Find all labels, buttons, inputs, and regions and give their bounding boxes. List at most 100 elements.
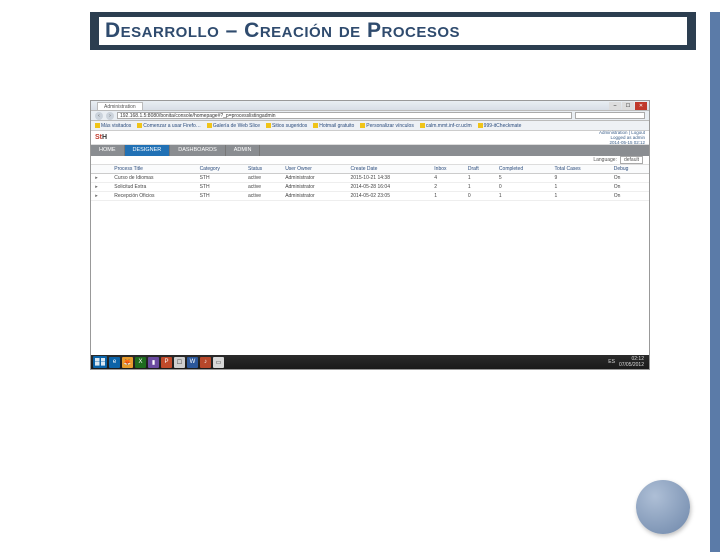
cell-owner: Administrator [282, 192, 347, 201]
cell-title: Solicitud Extra [111, 183, 196, 192]
col-draft[interactable]: Draft [465, 165, 496, 174]
table-row[interactable]: ▸ Recepción Oficios STH active Administr… [91, 192, 649, 201]
expand-icon[interactable]: ▸ [94, 175, 99, 181]
logo-sub: H [102, 134, 107, 141]
bookmark-item[interactable]: Más visitados [95, 123, 131, 129]
cell-date: 2014-05-02 23:05 [348, 192, 432, 201]
app-content: Language: default Process Title Category… [91, 156, 649, 355]
expand-icon[interactable]: ▸ [94, 193, 99, 199]
folder-icon [360, 123, 365, 128]
process-table: Process Title Category Status User Owner… [91, 165, 649, 201]
taskbar-app-icon[interactable]: ☐ [174, 357, 185, 368]
col-total[interactable]: Total Cases [552, 165, 611, 174]
bookmark-item[interactable]: Personalizar vínculos [360, 123, 414, 129]
bookmark-label: calm.mmt.inf-cr.uclm [426, 123, 472, 129]
cell-status: active [245, 192, 282, 201]
bookmarks-bar: Más visitados Comenzar a usar Firefo… Ga… [91, 121, 649, 131]
cell-total: 9 [552, 174, 611, 183]
taskbar-app-icon[interactable]: W [187, 357, 198, 368]
window-close-button[interactable]: ✕ [635, 102, 647, 110]
table-row[interactable]: ▸ Solicitud Extra STH active Administrat… [91, 183, 649, 192]
language-select[interactable]: default [620, 156, 643, 164]
start-button[interactable] [93, 356, 107, 368]
tray-lang[interactable]: ES [608, 359, 615, 365]
slide-title-bar: Desarrollo – Creación de Procesos [90, 12, 696, 50]
nav-designer[interactable]: DESIGNER [125, 145, 171, 156]
cell-category: STH [197, 183, 245, 192]
cell-debug: On [611, 174, 649, 183]
expand-icon[interactable]: ▸ [94, 184, 99, 190]
table-row[interactable]: ▸ Curso de Idiomas STH active Administra… [91, 174, 649, 183]
slide-title: Desarrollo – Creación de Procesos [99, 17, 687, 45]
col-title[interactable]: Process Title [111, 165, 196, 174]
folder-icon [207, 123, 212, 128]
tray-date: 07/05/2012 [619, 362, 644, 368]
col-completed[interactable]: Completed [496, 165, 552, 174]
cell-category: STH [197, 174, 245, 183]
bookmark-item[interactable]: Hotmail gratuito [313, 123, 354, 129]
address-bar[interactable]: 192.168.1.5:8080/bonita/console/homepage… [117, 112, 572, 119]
nav-home[interactable]: HOME [91, 145, 125, 156]
table-header-row: Process Title Category Status User Owner… [91, 165, 649, 174]
decorative-sphere-icon [636, 480, 690, 534]
cell-status: active [245, 183, 282, 192]
cell-category: STH [197, 192, 245, 201]
taskbar-app-icon[interactable]: ♪ [200, 357, 211, 368]
slide-accent-right [710, 12, 720, 552]
nav-back-button[interactable]: ‹ [95, 112, 103, 120]
cell-title: Recepción Oficios [111, 192, 196, 201]
app-logo: StH [95, 134, 107, 141]
cell-draft: 1 [465, 174, 496, 183]
folder-icon [137, 123, 142, 128]
cell-owner: Administrator [282, 174, 347, 183]
bookmark-label: Hotmail gratuito [319, 123, 354, 129]
col-debug[interactable]: Debug [611, 165, 649, 174]
cell-total: 1 [552, 183, 611, 192]
cell-title: Curso de Idiomas [111, 174, 196, 183]
window-controls: – ☐ ✕ [609, 102, 647, 110]
bookmark-item[interactable]: Sitios sugeridos [266, 123, 307, 129]
bookmark-label: Sitios sugeridos [272, 123, 307, 129]
bookmark-item[interactable]: Galería de Web Slice [207, 123, 260, 129]
cell-debug: On [611, 192, 649, 201]
col-date[interactable]: Create Date [348, 165, 432, 174]
taskbar-app-icon[interactable]: ▮ [148, 357, 159, 368]
col-status[interactable]: Status [245, 165, 282, 174]
bookmark-label: Galería de Web Slice [213, 123, 260, 129]
browser-tabstrip: Administration – ☐ ✕ [91, 101, 649, 111]
cell-owner: Administrator [282, 183, 347, 192]
bookmark-label: Comenzar a usar Firefo… [143, 123, 201, 129]
taskbar-app-icon[interactable]: 🦊 [122, 357, 133, 368]
col-category[interactable]: Category [197, 165, 245, 174]
folder-icon [478, 123, 483, 128]
cell-completed: 5 [496, 174, 552, 183]
embedded-screenshot: Administration – ☐ ✕ ‹ › 192.168.1.5:808… [90, 100, 650, 370]
browser-address-row: ‹ › 192.168.1.5:8080/bonita/console/home… [91, 111, 649, 121]
cell-draft: 1 [465, 183, 496, 192]
bookmark-item[interactable]: 999-itCheckmate [478, 123, 522, 129]
taskbar-app-icon[interactable]: X [135, 357, 146, 368]
cell-inbox: 4 [431, 174, 465, 183]
cell-debug: On [611, 183, 649, 192]
taskbar-app-icon[interactable]: ▭ [213, 357, 224, 368]
nav-forward-button[interactable]: › [106, 112, 114, 120]
browser-search-input[interactable] [575, 112, 645, 119]
nav-dashboards[interactable]: DASHBOARDS [170, 145, 226, 156]
window-minimize-button[interactable]: – [609, 102, 621, 110]
taskbar-app-icon[interactable]: P [161, 357, 172, 368]
window-maximize-button[interactable]: ☐ [622, 102, 634, 110]
bookmark-label: Más visitados [101, 123, 131, 129]
folder-icon [266, 123, 271, 128]
bookmark-item[interactable]: calm.mmt.inf-cr.uclm [420, 123, 472, 129]
taskbar-app-icon[interactable]: e [109, 357, 120, 368]
folder-icon [420, 123, 425, 128]
cell-total: 1 [552, 192, 611, 201]
system-tray[interactable]: ES 02:12 07/05/2012 [608, 356, 647, 368]
logo-main: St [95, 134, 102, 141]
col-owner[interactable]: User Owner [282, 165, 347, 174]
browser-tab[interactable]: Administration [97, 102, 143, 110]
header-user-block: Administration | Logout Logged as admin … [599, 130, 645, 145]
col-inbox[interactable]: Inbox [431, 165, 465, 174]
bookmark-item[interactable]: Comenzar a usar Firefo… [137, 123, 201, 129]
nav-admin[interactable]: ADMIN [226, 145, 261, 156]
